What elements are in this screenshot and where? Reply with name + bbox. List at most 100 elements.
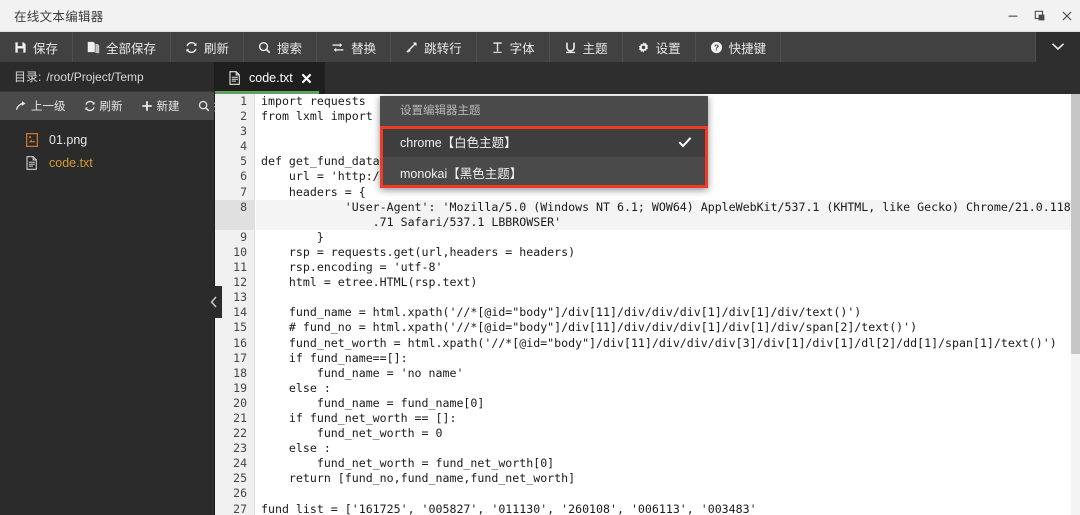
file-actions-bar: 上一级 刷新 新建	[0, 92, 214, 120]
code-line[interactable]: rsp = requests.get(url,headers = headers…	[256, 245, 1080, 260]
code-line[interactable]: if fund_name==[]:	[256, 351, 1080, 366]
code-line[interactable]: return [fund_no,fund_name,fund_net_worth…	[256, 471, 1080, 486]
maximize-icon[interactable]	[1026, 0, 1053, 32]
toolbar-font-button[interactable]: 字体	[477, 32, 550, 62]
toolbar-save-button[interactable]: 保存	[0, 32, 73, 62]
plus-icon	[141, 100, 153, 112]
editor-vertical-scrollbar[interactable]	[1071, 94, 1080, 515]
save-all-icon	[87, 41, 100, 54]
toolbar-refresh-label: 刷新	[204, 38, 229, 57]
line-number: 16	[215, 336, 254, 351]
line-number: 10	[215, 245, 254, 260]
scrollbar-thumb[interactable]	[1071, 94, 1080, 354]
line-number: 20	[215, 396, 254, 411]
line-number: 25	[215, 471, 254, 486]
toolbar-font-label: 字体	[510, 38, 535, 57]
directory-label: 目录:	[14, 68, 41, 85]
tab-code-txt[interactable]: code.txt	[215, 62, 325, 94]
line-number: 21	[215, 411, 254, 426]
search-icon	[198, 100, 210, 112]
toolbar-spacer	[781, 32, 1036, 62]
directory-bar: 目录: /root/Project/Temp	[0, 62, 214, 92]
toolbar-settings-label: 设置	[656, 38, 681, 57]
code-line[interactable]: else :	[256, 441, 1080, 456]
font-icon	[491, 41, 504, 54]
file-item-label: code.txt	[49, 156, 93, 170]
toolbar-replace-label: 替换	[351, 38, 376, 57]
check-icon	[678, 136, 692, 148]
line-number: 7	[215, 185, 254, 200]
help-icon: ?	[710, 41, 723, 54]
toolbar-theme-button[interactable]: 主题	[550, 32, 623, 62]
code-line[interactable]: }	[256, 230, 1080, 245]
code-line[interactable]: fund_list = ['161725', '005827', '011130…	[256, 502, 1080, 515]
line-number: 24	[215, 456, 254, 471]
file-refresh-label: 刷新	[100, 98, 123, 114]
theme-option-label: monokai【黑色主题】	[400, 163, 692, 182]
code-line[interactable]: fund_net_worth = html.xpath('//*[@id="bo…	[256, 336, 1080, 351]
file-item-image[interactable]: 01.png	[0, 128, 214, 151]
theme-popup-title: 设置编辑器主题	[380, 96, 708, 126]
line-number: 17	[215, 351, 254, 366]
toolbar-shortcut-button[interactable]: ? 快捷键	[696, 32, 782, 62]
text-file-icon	[229, 71, 241, 85]
toolbar-goto-line-button[interactable]: 跳转行	[391, 32, 477, 62]
line-number: 3	[215, 124, 254, 139]
toolbar-theme-label: 主题	[583, 38, 608, 57]
minimize-icon[interactable]	[999, 0, 1026, 32]
code-line[interactable]	[256, 290, 1080, 305]
line-number: 1	[215, 94, 254, 109]
image-file-icon	[26, 132, 40, 147]
file-refresh-button[interactable]: 刷新	[75, 98, 132, 114]
line-number: 11	[215, 260, 254, 275]
toolbar-search-label: 搜索	[277, 38, 302, 57]
toolbar-settings-button[interactable]: 设置	[623, 32, 696, 62]
code-line[interactable]: fund_name = html.xpath('//*[@id="body"]/…	[256, 305, 1080, 320]
code-line[interactable]: fund_net_worth = fund_net_worth[0]	[256, 456, 1080, 471]
toolbar-shortcut-label: 快捷键	[729, 38, 767, 57]
line-number: 2	[215, 109, 254, 124]
code-line[interactable]: fund_net_worth = 0	[256, 426, 1080, 441]
toolbar-replace-button[interactable]: 替换	[317, 32, 391, 62]
code-line[interactable]	[256, 486, 1080, 501]
code-line[interactable]: if fund_net_worth == []:	[256, 411, 1080, 426]
file-new-button[interactable]: 新建	[132, 98, 189, 114]
line-number: 5	[215, 154, 254, 169]
line-number: 23	[215, 441, 254, 456]
toolbar-overflow-button[interactable]	[1036, 32, 1080, 62]
code-line[interactable]: # fund_no = html.xpath('//*[@id="body"]/…	[256, 320, 1080, 335]
sidebar-collapse-handle[interactable]	[206, 286, 222, 318]
directory-path: /root/Project/Temp	[46, 70, 143, 84]
line-number: 22	[215, 426, 254, 441]
code-line[interactable]: fund_name = fund_name[0]	[256, 396, 1080, 411]
theme-icon	[564, 41, 577, 54]
toolbar-save-all-button[interactable]: 全部保存	[73, 32, 171, 62]
line-number: 6	[215, 169, 254, 184]
replace-icon	[331, 41, 345, 54]
file-new-label: 新建	[157, 98, 180, 114]
line-number: 26	[215, 486, 254, 501]
toolbar-save-label: 保存	[33, 38, 58, 57]
theme-option-monokai[interactable]: monokai【黑色主题】	[380, 157, 708, 188]
code-line[interactable]: fund_name = 'no name'	[256, 366, 1080, 381]
toolbar-save-all-label: 全部保存	[106, 38, 156, 57]
theme-option-label: chrome【白色主题】	[400, 132, 678, 151]
code-line[interactable]: html = etree.HTML(rsp.text)	[256, 275, 1080, 290]
toolbar-goto-line-label: 跳转行	[424, 38, 462, 57]
code-line[interactable]: 'User-Agent': 'Mozilla/5.0 (Windows NT 6…	[256, 200, 1080, 215]
code-line[interactable]: .71 Safari/537.1 LBBROWSER'	[256, 215, 1080, 230]
toolbar-search-button[interactable]: 搜索	[244, 32, 317, 62]
tab-close-icon[interactable]	[301, 73, 312, 84]
file-list: 01.png code.txt	[0, 120, 214, 174]
file-sidebar: 目录: /root/Project/Temp 上一级	[0, 62, 215, 515]
code-line[interactable]: else :	[256, 381, 1080, 396]
theme-settings-popup: 设置编辑器主题 chrome【白色主题】 monokai【黑色主题】	[380, 96, 708, 188]
toolbar-refresh-button[interactable]: 刷新	[171, 32, 244, 62]
search-icon	[258, 41, 271, 54]
theme-option-chrome[interactable]: chrome【白色主题】	[380, 126, 708, 157]
up-level-button[interactable]: 上一级	[6, 98, 75, 114]
line-number	[215, 215, 254, 230]
close-icon[interactable]	[1053, 0, 1080, 32]
code-line[interactable]: rsp.encoding = 'utf-8'	[256, 260, 1080, 275]
file-item-text[interactable]: code.txt	[0, 151, 214, 174]
